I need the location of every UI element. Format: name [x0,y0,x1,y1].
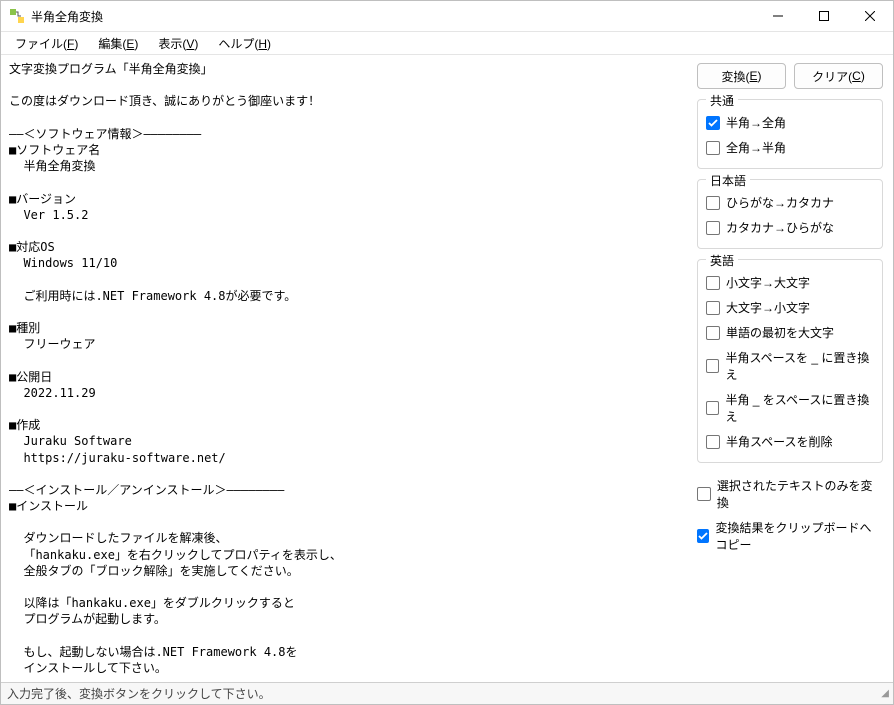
checkbox-label: 半角スペースを削除 [726,433,833,450]
checkbox-icon[interactable] [706,401,719,415]
group-japanese: 日本語 ひらがな→カタカナ カタカナ→ひらがな [697,179,883,249]
checkbox-icon[interactable] [697,529,709,543]
checkbox-icon[interactable] [706,435,720,449]
checkbox-label: ひらがな→カタカナ [726,194,834,211]
menu-file[interactable]: ファイル(F) [5,33,88,54]
checkbox-label: 選択されたテキストのみを変換 [717,477,883,511]
menu-help[interactable]: ヘルプ(H) [208,33,281,54]
option-upper-to-lower[interactable]: 大文字→小文字 [706,295,874,320]
status-text: 入力完了後、変換ボタンをクリックして下さい。 [7,685,271,702]
checkbox-label: 大文字→小文字 [726,299,810,316]
action-buttons: 変換(E) クリア(C) [697,63,883,89]
option-capitalize[interactable]: 単語の最初を大文字 [706,320,874,345]
group-english-title: 英語 [706,252,738,269]
option-katakana-to-hiragana[interactable]: カタカナ→ひらがな [706,215,874,240]
checkbox-icon[interactable] [706,326,720,340]
checkbox-label: カタカナ→ひらがな [726,219,834,236]
option-remove-spaces[interactable]: 半角スペースを削除 [706,429,874,454]
checkbox-label: 単語の最初を大文字 [726,324,834,341]
status-bar: 入力完了後、変換ボタンをクリックして下さい。 ◢ [1,682,893,704]
extra-options: 選択されたテキストのみを変換 変換結果をクリップボードへコピー [697,473,883,557]
content-area: 変換(E) クリア(C) 共通 半角→全角 全角→半角 日本語 ひらがな→カ [1,55,893,682]
group-english: 英語 小文字→大文字 大文字→小文字 単語の最初を大文字 半角スペースを _ に… [697,259,883,463]
group-common-title: 共通 [706,92,738,109]
checkbox-label: 全角→半角 [726,139,786,156]
checkbox-icon[interactable] [706,116,720,130]
checkbox-label: 小文字→大文字 [726,274,810,291]
checkbox-icon[interactable] [706,221,720,235]
option-selected-only[interactable]: 選択されたテキストのみを変換 [697,473,883,515]
option-hiragana-to-katakana[interactable]: ひらがな→カタカナ [706,190,874,215]
checkbox-label: 半角→全角 [726,114,786,131]
checkbox-label: 半角 _ をスペースに置き換え [725,391,874,425]
checkbox-icon[interactable] [706,301,720,315]
menu-view[interactable]: 表示(V) [148,33,208,54]
option-lower-to-upper[interactable]: 小文字→大文字 [706,270,874,295]
resize-grip-icon[interactable]: ◢ [881,688,887,699]
app-icon [9,8,25,24]
checkbox-label: 半角スペースを _ に置き換え [725,349,874,383]
minimize-button[interactable] [755,1,801,31]
window-title: 半角全角変換 [31,8,103,25]
checkbox-icon[interactable] [697,487,711,501]
checkbox-icon[interactable] [706,196,720,210]
checkbox-icon[interactable] [706,359,719,373]
close-button[interactable] [847,1,893,31]
checkbox-icon[interactable] [706,141,720,155]
option-copy-clipboard[interactable]: 変換結果をクリップボードへコピー [697,515,883,557]
app-window: 半角全角変換 ファイル(F) 編集(E) 表示(V) ヘルプ(H) 変換(E) … [0,0,894,705]
menu-bar: ファイル(F) 編集(E) 表示(V) ヘルプ(H) [1,31,893,55]
option-zenkaku-to-hankaku[interactable]: 全角→半角 [706,135,874,160]
title-bar[interactable]: 半角全角変換 [1,1,893,31]
maximize-button[interactable] [801,1,847,31]
checkbox-label: 変換結果をクリップボードへコピー [715,519,883,553]
convert-button[interactable]: 変換(E) [697,63,786,89]
option-hankaku-to-zenkaku[interactable]: 半角→全角 [706,110,874,135]
main-text-area[interactable] [3,55,691,680]
menu-edit[interactable]: 編集(E) [88,33,148,54]
group-common: 共通 半角→全角 全角→半角 [697,99,883,169]
checkbox-icon[interactable] [706,276,720,290]
sidebar: 変換(E) クリア(C) 共通 半角→全角 全角→半角 日本語 ひらがな→カ [691,55,891,680]
option-space-to-underscore[interactable]: 半角スペースを _ に置き換え [706,345,874,387]
option-underscore-to-space[interactable]: 半角 _ をスペースに置き換え [706,387,874,429]
group-japanese-title: 日本語 [706,172,750,189]
clear-button[interactable]: クリア(C) [794,63,883,89]
